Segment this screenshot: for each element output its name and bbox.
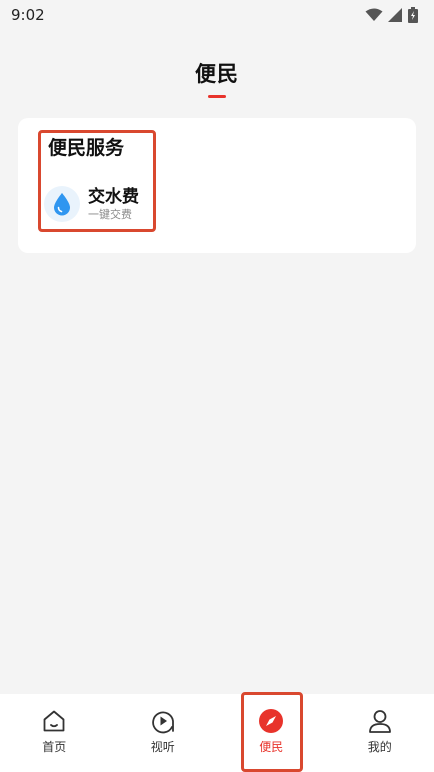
page-title: 便民 [195,62,239,86]
service-item-water-fee[interactable]: 交水费 一键交费 [44,184,154,224]
status-bar: 9:02 [0,0,434,30]
water-drop-icon [44,186,80,222]
service-name: 交水费 [88,186,139,207]
home-icon [41,708,67,734]
user-icon [367,708,393,734]
nav-item-home[interactable]: 首页 [0,694,109,772]
nav-item-profile[interactable]: 我的 [326,694,434,772]
compass-icon [258,708,284,734]
play-icon [150,708,176,734]
battery-icon [408,7,418,23]
bottom-nav: 首页 视听 便民 我的 [0,694,434,772]
title-underline [208,95,226,98]
service-card: 便民服务 交水费 一键交费 [18,118,416,253]
status-time: 9:02 [11,6,45,24]
signal-icon [388,8,403,22]
status-icons [365,7,418,23]
wifi-icon [365,8,383,22]
service-text: 交水费 一键交费 [88,187,139,222]
nav-item-services[interactable]: 便民 [217,694,326,772]
service-subtitle: 一键交费 [88,207,132,221]
nav-item-media[interactable]: 视听 [109,694,218,772]
page-header: 便民 [0,58,434,102]
nav-label-profile: 我的 [367,740,392,754]
nav-label-home: 首页 [42,740,67,754]
section-title: 便民服务 [48,137,125,159]
nav-label-services: 便民 [259,740,284,754]
nav-label-media: 视听 [150,740,175,754]
